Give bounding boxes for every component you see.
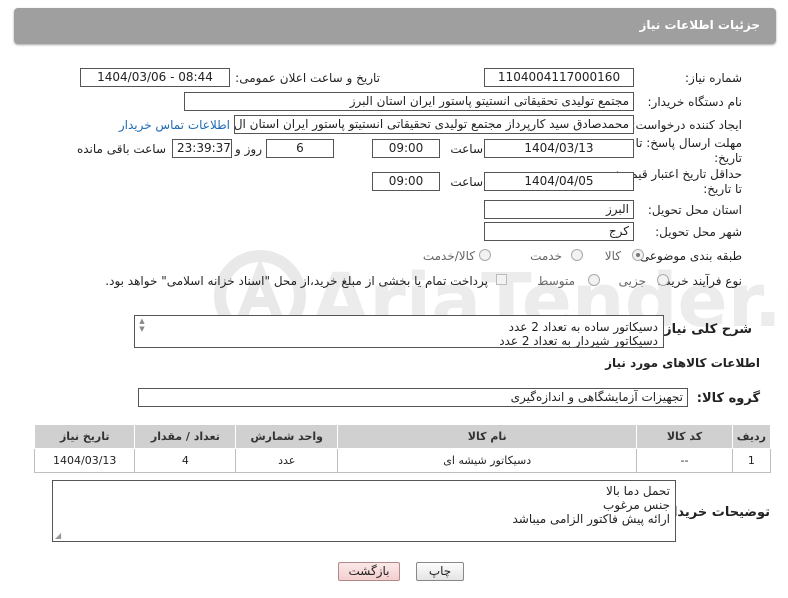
announce-datetime-label: تاریخ و ساعت اعلان عمومی:	[235, 71, 380, 85]
goods-group-label: گروه کالا:	[696, 391, 760, 406]
category-option-goods: کالا	[604, 249, 621, 263]
purchase-type-label: نوع فرآیند خرید :	[657, 274, 742, 288]
purchase-radio-medium[interactable]	[588, 274, 600, 286]
buyer-org-field: مجتمع تولیدی تحقیقاتی انستیتو پاستور ایر…	[184, 92, 634, 111]
resize-grip-icon[interactable]: ◢	[55, 532, 61, 540]
city-label: شهر محل تحویل:	[655, 225, 742, 239]
purchase-option-medium: متوسط	[537, 274, 575, 288]
col-unit: واحد شمارش	[235, 424, 339, 449]
scroll-arrows-icon[interactable]: ▲ ▼	[136, 317, 148, 333]
price-time-field: 09:00	[372, 172, 440, 191]
reply-time-label: ساعت	[450, 142, 483, 156]
province-field: البرز	[484, 200, 634, 219]
purchase-option-minor: جزیی	[618, 274, 646, 288]
cell-quantity: 4	[134, 448, 237, 473]
col-item-name: نام کالا	[337, 424, 638, 449]
buyer-notes-line: جنس مرغوب	[603, 498, 670, 512]
price-date-field: 1404/04/05	[484, 172, 634, 191]
purchase-radio-minor[interactable]	[657, 274, 669, 286]
goods-info-heading: اطلاعات کالاهای مورد نیاز	[605, 356, 760, 370]
table-header-row: ردیف کد کالا نام کالا واحد شمارش تعداد /…	[33, 424, 772, 449]
remaining-label: ساعت باقی مانده	[76, 142, 166, 156]
requester-field: محمدصادق سید کارپرداز مجتمع تولیدی تحقیق…	[234, 115, 634, 134]
buyer-notes-textarea[interactable]: تحمل دما بالا جنس مرغوب ارائه پیش فاکتور…	[52, 480, 676, 542]
price-validity-label-2: تا تاریخ:	[703, 182, 742, 196]
back-button[interactable]: بازگشت	[338, 562, 400, 581]
goods-table: ردیف کد کالا نام کالا واحد شمارش تعداد /…	[33, 424, 772, 473]
category-label: طبقه بندی موضوعی:	[635, 249, 742, 263]
buyer-org-label: نام دستگاه خریدار:	[647, 95, 743, 109]
announce-datetime-field: 1404/03/06 - 08:44	[80, 68, 230, 87]
category-option-goods-service: کالا/خدمت	[422, 249, 475, 263]
cell-need-date: 1404/03/13	[33, 448, 136, 473]
col-row-number: ردیف	[731, 424, 772, 449]
goods-group-field: تجهیزات آزمایشگاهی و اندازه‌گیری	[138, 388, 688, 407]
print-button[interactable]: چاپ	[416, 562, 464, 581]
buyer-contact-link[interactable]: اطلاعات تماس خریدار	[119, 118, 230, 132]
description-label: شرح کلی نیاز:	[658, 322, 752, 337]
price-validity-label: حداقل تاریخ اعتبار قیمت:	[615, 167, 742, 181]
need-number-field: 1104004117000160	[484, 68, 634, 87]
category-option-service: خدمت	[530, 249, 562, 263]
col-item-code: کد کالا	[636, 424, 733, 449]
reply-days-field: 6	[266, 139, 334, 158]
cell-row-number: 1	[731, 448, 772, 473]
cell-item-name: دسیکاتور شیشه ای	[337, 448, 638, 473]
col-quantity: تعداد / مقدار	[134, 424, 237, 449]
requester-label: ایجاد کننده درخواست:	[631, 118, 742, 132]
province-label: استان محل تحویل:	[647, 203, 742, 217]
buyer-notes-label: توضیحات خریدار:	[660, 505, 770, 520]
reply-date-field: 1404/03/13	[484, 139, 634, 158]
category-radio-goods[interactable]	[632, 249, 644, 261]
treasury-payment-note: پرداخت تمام یا بخشی از مبلغ خرید،از محل …	[105, 274, 488, 288]
col-need-date: تاریخ نیاز	[33, 424, 136, 449]
days-and-label: روز و	[235, 142, 262, 156]
category-radio-service[interactable]	[571, 249, 583, 261]
category-radio-goods-service[interactable]	[479, 249, 491, 261]
buyer-notes-line: تحمل دما بالا	[605, 484, 670, 498]
reply-deadline-label-2: تاریخ:	[714, 151, 742, 165]
page-title: جزئیات اطلاعات نیاز	[639, 18, 760, 32]
need-number-label: شماره نیاز:	[685, 71, 742, 85]
price-time-label: ساعت	[450, 175, 483, 189]
treasury-payment-checkbox[interactable]	[496, 274, 507, 285]
description-textarea[interactable]: ▲ ▼ دسیکاتور ساده به تعداد 2 عدد دسیکاتور…	[134, 315, 664, 348]
cell-item-code: --	[636, 448, 733, 473]
table-row: 1 -- دسیکاتور شیشه ای عدد 4 1404/03/13	[33, 448, 772, 473]
reply-time-field: 09:00	[372, 139, 440, 158]
description-line: دسیکاتور شیردار به تعداد 2 عدد	[499, 334, 658, 348]
header-bar: جزئیات اطلاعات نیاز	[14, 8, 776, 44]
reply-deadline-label: مهلت ارسال پاسخ: تا	[635, 136, 742, 150]
description-line: دسیکاتور ساده به تعداد 2 عدد	[508, 320, 658, 334]
reply-remaining-field: 23:39:37	[172, 139, 232, 158]
cell-unit: عدد	[235, 448, 339, 473]
city-field: کرج	[484, 222, 634, 241]
buyer-notes-line: ارائه پیش فاکتور الزامی میباشد	[512, 512, 670, 526]
